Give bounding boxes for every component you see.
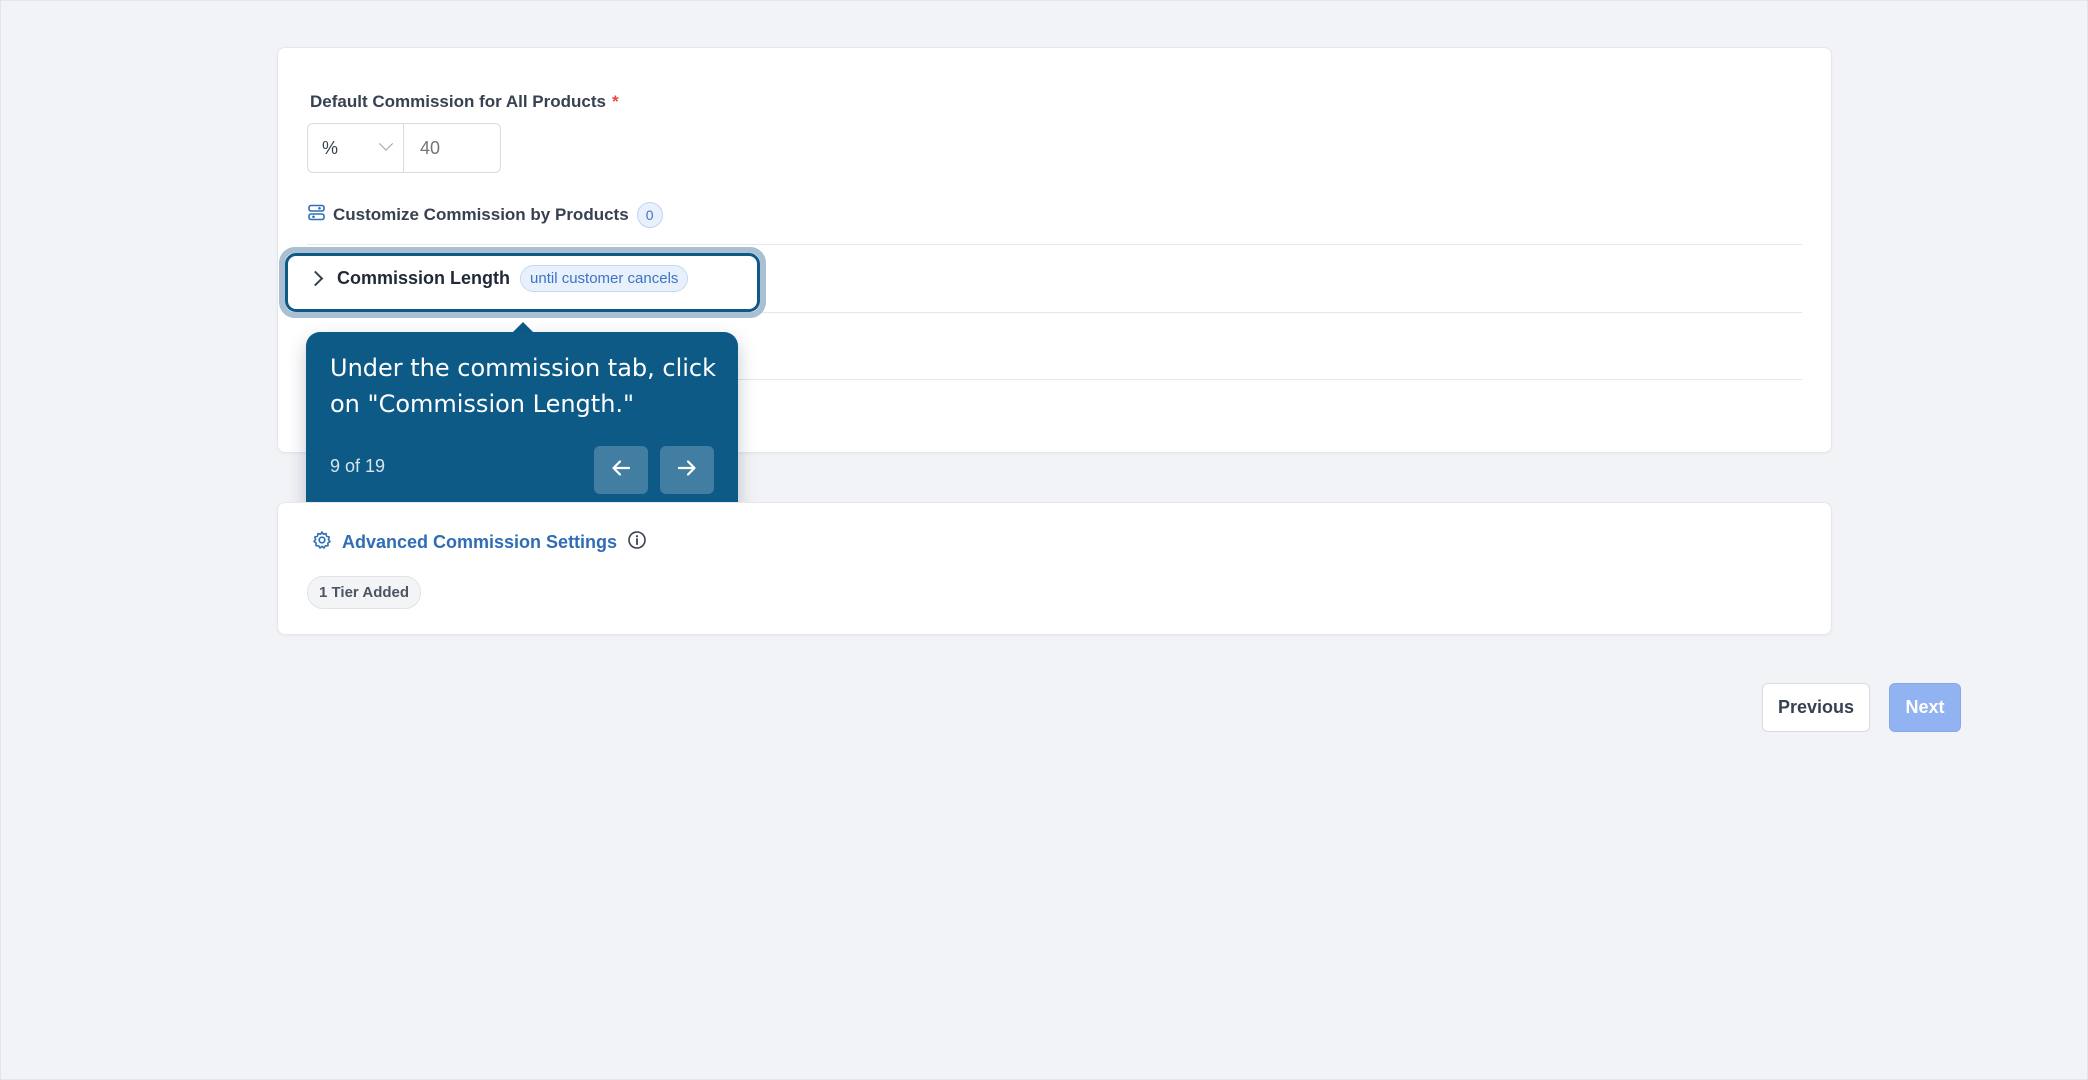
commission-type-select[interactable]: % [308, 124, 404, 172]
chevron-right-icon [307, 270, 324, 287]
tier-added-badge: 1 Tier Added [307, 576, 422, 609]
tooltip-text: Under the commission tab, click on "Comm… [330, 354, 717, 418]
customize-commission-label: Customize Commission by Products [333, 205, 629, 224]
info-icon[interactable] [627, 530, 647, 555]
commission-type-value: % [322, 137, 339, 158]
gear-icon [312, 530, 332, 555]
advanced-settings-label: Advanced Commission Settings [342, 532, 618, 552]
chevron-down-icon [378, 136, 394, 151]
tooltip-prev-button[interactable] [594, 446, 648, 494]
arrow-right-icon [676, 457, 698, 484]
commission-amount-input[interactable] [404, 124, 500, 172]
default-commission-label: Default Commission for All Products * [310, 92, 619, 111]
commission-length-badge: until customer cancels [520, 265, 689, 292]
previous-button[interactable]: Previous [1762, 683, 1870, 732]
default-commission-input-group: % [307, 123, 501, 173]
commission-length-header[interactable]: Commission Length until customer cancels [307, 265, 689, 292]
customize-count-badge: 0 [636, 202, 663, 228]
tooltip-step-counter: 9 of 19 [330, 456, 386, 476]
advanced-settings-card: Advanced Commission Settings 1 Tier Adde… [277, 502, 1832, 635]
tooltip-next-button[interactable] [660, 446, 714, 494]
arrow-left-icon [610, 457, 632, 484]
guide-tooltip: Under the commission tab, click on "Comm… [306, 332, 738, 517]
commission-length-label: Commission Length [337, 268, 511, 288]
customize-settings-icon [308, 204, 325, 226]
customize-commission-row[interactable]: Customize Commission by Products 0 [308, 202, 663, 228]
divider [307, 244, 1802, 245]
advanced-settings-link[interactable]: Advanced Commission Settings [312, 530, 647, 555]
next-button[interactable]: Next [1889, 683, 1961, 732]
required-marker: * [611, 92, 619, 111]
